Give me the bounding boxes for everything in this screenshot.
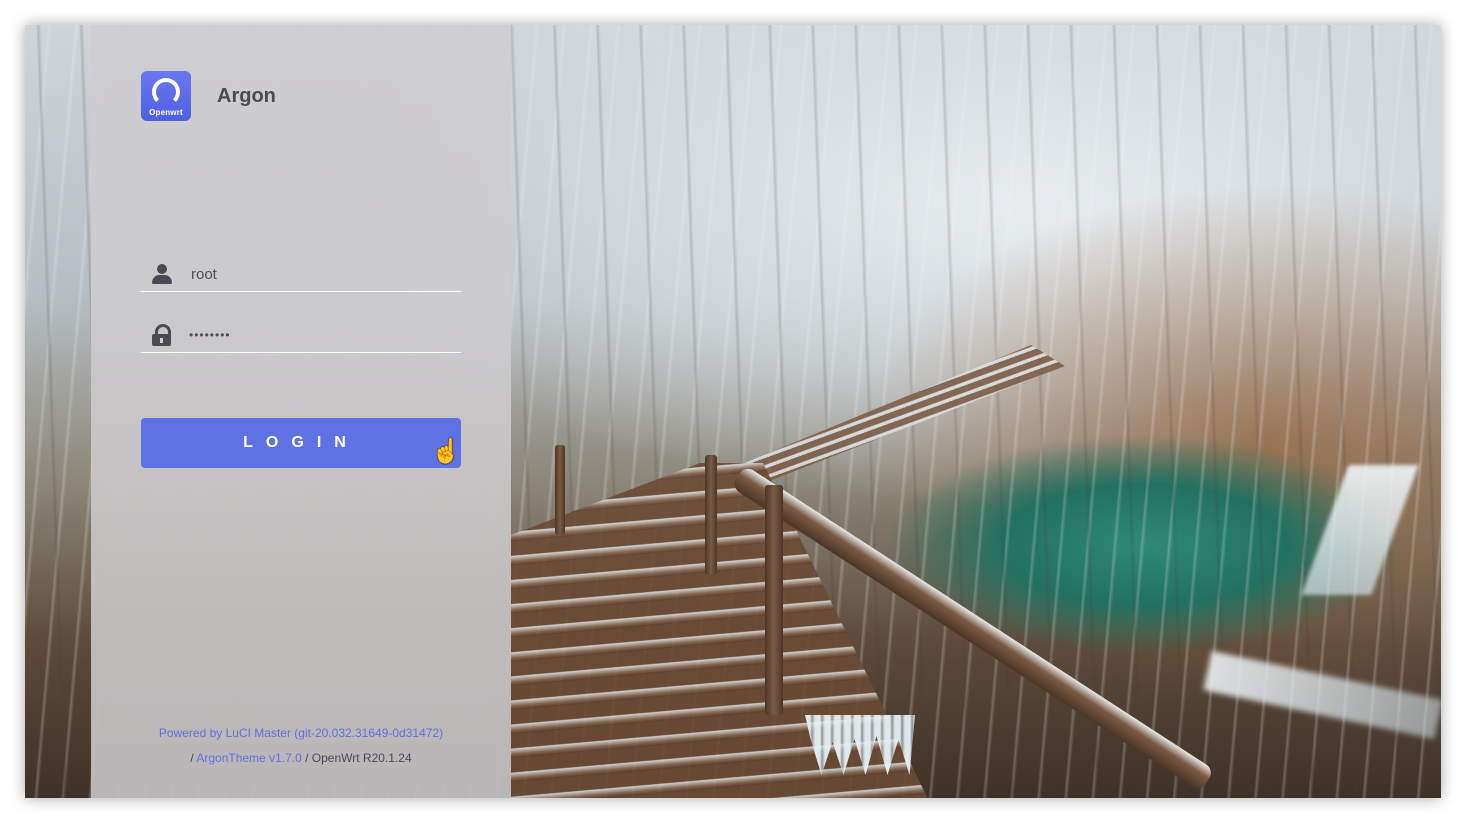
openwrt-logo: Openwrt bbox=[141, 71, 191, 121]
logo-text: Openwrt bbox=[149, 108, 183, 117]
luci-link[interactable]: Powered by LuCI Master (git-20.032.31649… bbox=[159, 726, 443, 740]
username-input[interactable] bbox=[189, 264, 453, 284]
login-panel: Openwrt Argon •••••••• LOGIN ☝ Powered b… bbox=[91, 25, 511, 798]
login-screen: Openwrt Argon •••••••• LOGIN ☝ Powered b… bbox=[25, 25, 1441, 798]
logo-ring-icon bbox=[152, 78, 180, 106]
os-version: OpenWrt R20.1.24 bbox=[311, 751, 412, 765]
user-icon bbox=[151, 263, 173, 285]
rail-post bbox=[555, 445, 565, 535]
hand-cursor-icon: ☝ bbox=[431, 438, 461, 465]
footer-separator: / bbox=[190, 751, 194, 765]
password-input[interactable]: •••••••• bbox=[189, 328, 449, 342]
argon-theme-link[interactable]: ArgonTheme v1.7.0 bbox=[196, 751, 301, 765]
brand-name: Argon bbox=[217, 84, 276, 107]
footer: Powered by LuCI Master (git-20.032.31649… bbox=[91, 721, 511, 771]
rail-post bbox=[765, 485, 783, 715]
password-field[interactable]: •••••••• bbox=[141, 318, 461, 353]
brand: Openwrt Argon bbox=[141, 71, 276, 121]
username-field[interactable] bbox=[141, 257, 461, 292]
login-button[interactable]: LOGIN bbox=[141, 418, 461, 468]
footer-separator: / bbox=[305, 751, 309, 765]
rail-post bbox=[705, 455, 717, 575]
lock-icon bbox=[151, 324, 173, 346]
